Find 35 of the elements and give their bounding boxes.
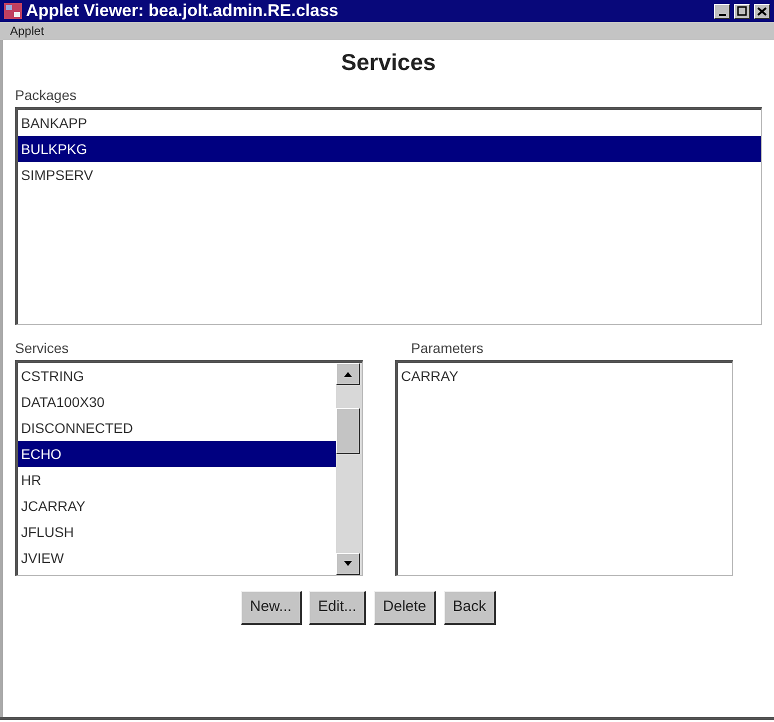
list-item[interactable]: JVIEW bbox=[18, 545, 336, 571]
maximize-icon bbox=[735, 4, 749, 18]
action-button[interactable]: Back bbox=[444, 591, 496, 624]
page-heading: Services bbox=[340, 48, 437, 76]
action-button[interactable]: New... bbox=[240, 591, 302, 624]
down-arrow-icon bbox=[343, 561, 353, 567]
applet-icon bbox=[4, 3, 22, 19]
scroll-bar[interactable] bbox=[336, 363, 362, 575]
window-title: Applet Viewer: bea.jolt.admin.RE.class bbox=[26, 1, 340, 21]
list-item[interactable]: BULKPKG bbox=[18, 136, 761, 162]
menu-item[interactable]: Applet bbox=[10, 22, 44, 40]
close-icon bbox=[755, 4, 769, 18]
scroll-up-button[interactable] bbox=[336, 363, 360, 385]
up-arrow-icon bbox=[343, 371, 353, 377]
scroll-down-button[interactable] bbox=[336, 553, 360, 575]
list-item[interactable]: ECHO bbox=[18, 441, 336, 467]
list-label: Packages bbox=[15, 86, 78, 104]
close-button[interactable] bbox=[754, 4, 770, 18]
list-item[interactable]: SIMPSERV bbox=[18, 162, 761, 188]
minimize-icon bbox=[718, 14, 726, 16]
list-item[interactable]: JFLUSH bbox=[18, 519, 336, 545]
list-item[interactable]: JCARRAY bbox=[18, 493, 336, 519]
maximize-button[interactable] bbox=[734, 4, 750, 18]
action-button[interactable]: Edit... bbox=[309, 591, 366, 624]
list-item[interactable]: CSTRING bbox=[18, 363, 336, 389]
list-item[interactable]: DATA100X30 bbox=[18, 389, 336, 415]
list-item[interactable]: CARRAY bbox=[398, 363, 732, 389]
list-item[interactable]: DISCONNECTED bbox=[18, 415, 336, 441]
list-item[interactable]: BANKAPP bbox=[18, 110, 761, 136]
scroll-thumb[interactable] bbox=[336, 408, 360, 454]
list-label: Parameters bbox=[410, 339, 484, 357]
list-label: Services bbox=[15, 339, 70, 357]
list-item[interactable]: HR bbox=[18, 467, 336, 493]
action-button[interactable]: Delete bbox=[374, 591, 436, 624]
minimize-button[interactable] bbox=[714, 4, 730, 18]
